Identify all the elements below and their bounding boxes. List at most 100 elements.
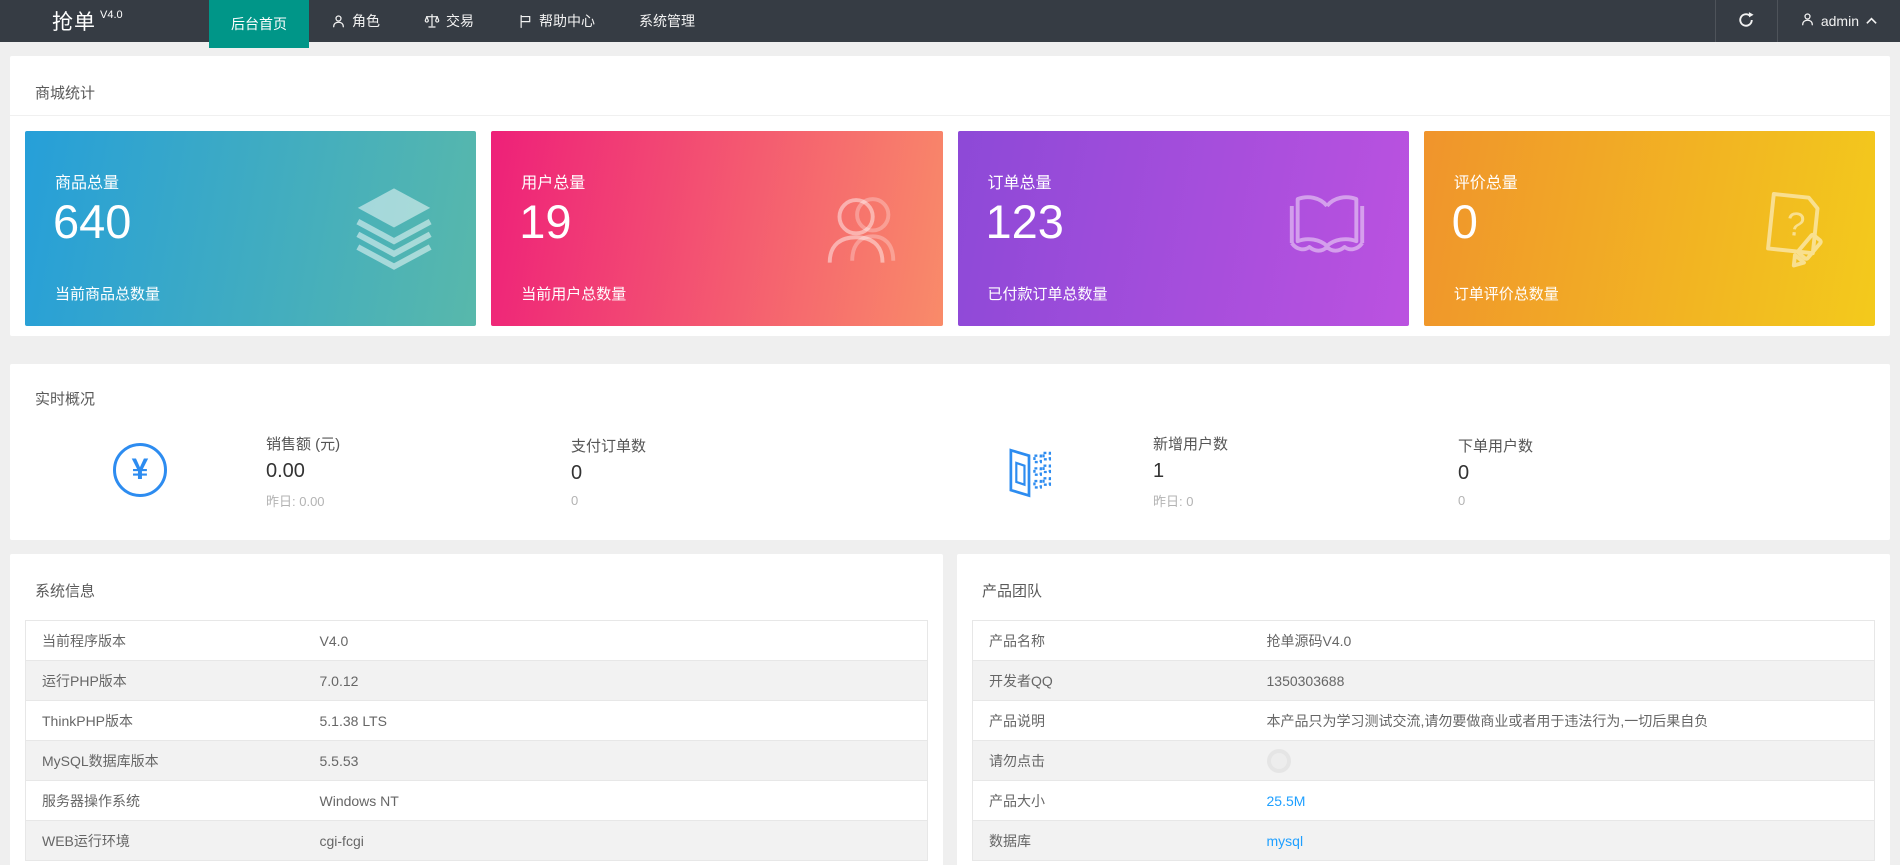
row-value: Windows NT — [304, 781, 928, 821]
top-navbar: 抢单 V4.0 后台首页 角色 交易 帮助中心 系统管理 — [0, 0, 1900, 42]
card-desc: 订单评价总数量 — [1454, 283, 1559, 304]
user-icon — [1800, 12, 1815, 30]
person-icon — [331, 14, 346, 29]
nav-item-roles[interactable]: 角色 — [309, 0, 402, 42]
row-value: cgi-fcgi — [304, 821, 928, 861]
row-label: 产品大小 — [973, 781, 1251, 821]
row-label: MySQL数据库版本 — [26, 741, 304, 781]
row-label: ThinkPHP版本 — [26, 701, 304, 741]
stat-sub: 昨日: 0 — [1153, 491, 1363, 510]
bottom-panels-row: 系统信息 当前程序版本 V4.0 运行PHP版本 7.0.12 ThinkPHP… — [10, 554, 1890, 865]
system-info-table-wrap: 当前程序版本 V4.0 运行PHP版本 7.0.12 ThinkPHP版本 5.… — [25, 620, 928, 861]
user-menu[interactable]: admin — [1777, 0, 1900, 42]
row-value: 本产品只为学习测试交流,请勿要做商业或者用于违法行为,一切后果自负 — [1251, 701, 1875, 741]
realtime-group-sales: ¥ 销售额 (元) 0.00 昨日: 0.00 支付订单数 0 0 — [35, 433, 950, 510]
nav-item-label: 帮助中心 — [539, 11, 595, 31]
product-team-table-wrap: 产品名称 抢单源码V4.0 开发者QQ 1350303688 产品说明 本产品只… — [972, 620, 1875, 861]
layers-icon — [350, 182, 438, 275]
nav-item-home[interactable]: 后台首页 — [209, 0, 309, 48]
panel-title: 产品团队 — [957, 554, 1890, 601]
card-value: 19 — [519, 193, 571, 252]
table-row: 产品名称 抢单源码V4.0 — [973, 621, 1875, 661]
svg-text:?: ? — [1784, 205, 1806, 244]
row-value: 7.0.12 — [304, 661, 928, 701]
table-row: 数据库 mysql — [973, 821, 1875, 861]
card-label: 用户总量 — [521, 169, 585, 193]
app-logo: 抢单 V4.0 — [0, 0, 209, 42]
nav-item-label: 角色 — [352, 11, 380, 31]
stat-label: 销售额 (元) — [266, 433, 476, 454]
stat-new-users: 新增用户数 1 昨日: 0 — [1153, 433, 1363, 510]
table-row: 请勿点击 — [973, 741, 1875, 781]
row-value: 抢单源码V4.0 — [1251, 621, 1875, 661]
system-info-panel: 系统信息 当前程序版本 V4.0 运行PHP版本 7.0.12 ThinkPHP… — [10, 554, 943, 865]
card-desc: 当前用户总数量 — [521, 283, 626, 304]
row-label: 当前程序版本 — [26, 621, 304, 661]
nav-item-label: 后台首页 — [231, 14, 287, 34]
stat-ordering-users: 下单用户数 0 0 — [1458, 435, 1668, 508]
users-icon — [817, 182, 905, 275]
stat-sub: 0 — [571, 493, 781, 508]
row-label: 产品说明 — [973, 701, 1251, 741]
panel-title: 实时概况 — [10, 364, 1890, 423]
row-label: 产品名称 — [973, 621, 1251, 661]
row-label: 开发者QQ — [973, 661, 1251, 701]
product-size-link[interactable]: 25.5M — [1267, 793, 1306, 809]
database-link[interactable]: mysql — [1267, 833, 1304, 849]
navbar-spacer — [717, 0, 1715, 42]
stat-label: 下单用户数 — [1458, 435, 1668, 456]
row-label: 服务器操作系统 — [26, 781, 304, 821]
stat-card-products: 商品总量 640 当前商品总数量 — [25, 131, 476, 326]
realtime-panel: 实时概况 ¥ 销售额 (元) 0.00 昨日: 0.00 支付订单数 0 0 — [10, 364, 1890, 540]
row-label: 请勿点击 — [973, 741, 1251, 781]
card-desc: 当前商品总数量 — [55, 283, 160, 304]
scale-icon — [424, 13, 440, 29]
row-value: 5.5.53 — [304, 741, 928, 781]
card-label: 订单总量 — [988, 169, 1052, 193]
stat-label: 新增用户数 — [1153, 433, 1363, 454]
row-label: 运行PHP版本 — [26, 661, 304, 701]
panel-title: 系统信息 — [10, 554, 943, 601]
stat-paid-orders: 支付订单数 0 0 — [571, 435, 781, 508]
stat-sales: 销售额 (元) 0.00 昨日: 0.00 — [266, 433, 476, 510]
card-value: 0 — [1452, 193, 1478, 252]
stat-label: 支付订单数 — [571, 435, 781, 456]
review-icon: ? — [1749, 182, 1837, 275]
refresh-icon — [1737, 11, 1755, 32]
row-label: 数据库 — [973, 821, 1251, 861]
stat-value: 0 — [1458, 462, 1668, 485]
flag-icon — [518, 14, 533, 29]
table-row: 服务器操作系统 Windows NT — [26, 781, 928, 821]
nav-item-label: 系统管理 — [639, 11, 695, 31]
row-value — [1251, 741, 1875, 781]
system-info-table: 当前程序版本 V4.0 运行PHP版本 7.0.12 ThinkPHP版本 5.… — [25, 620, 928, 861]
row-value: 1350303688 — [1251, 661, 1875, 701]
yen-circle-icon: ¥ — [113, 443, 171, 501]
do-not-click-icon[interactable] — [1267, 749, 1291, 773]
stat-card-users: 用户总量 19 当前用户总数量 — [491, 131, 942, 326]
chevron-up-icon — [1865, 13, 1878, 29]
row-value: V4.0 — [304, 621, 928, 661]
app-version: V4.0 — [100, 9, 123, 21]
app-title: 抢单 — [52, 6, 96, 36]
stat-card-orders: 订单总量 123 已付款订单总数量 — [958, 131, 1409, 326]
nav-item-help[interactable]: 帮助中心 — [496, 0, 617, 42]
stat-value: 1 — [1153, 460, 1363, 483]
book-icon — [1283, 182, 1371, 275]
refresh-button[interactable] — [1715, 0, 1777, 42]
nav-item-trade[interactable]: 交易 — [402, 0, 496, 42]
row-value: 5.1.38 LTS — [304, 701, 928, 741]
card-value: 640 — [53, 193, 131, 252]
stat-sub: 0 — [1458, 493, 1668, 508]
table-row: 运行PHP版本 7.0.12 — [26, 661, 928, 701]
table-row: 开发者QQ 1350303688 — [973, 661, 1875, 701]
card-label: 评价总量 — [1454, 169, 1518, 193]
table-row: 产品大小 25.5M — [973, 781, 1875, 821]
nav-item-system[interactable]: 系统管理 — [617, 0, 717, 42]
stat-card-reviews: 评价总量 0 订单评价总数量 ? — [1424, 131, 1875, 326]
product-team-table: 产品名称 抢单源码V4.0 开发者QQ 1350303688 产品说明 本产品只… — [972, 620, 1875, 861]
table-row: 产品说明 本产品只为学习测试交流,请勿要做商业或者用于违法行为,一切后果自负 — [973, 701, 1875, 741]
stat-sub: 昨日: 0.00 — [266, 491, 476, 510]
table-row: ThinkPHP版本 5.1.38 LTS — [26, 701, 928, 741]
table-row: 当前程序版本 V4.0 — [26, 621, 928, 661]
